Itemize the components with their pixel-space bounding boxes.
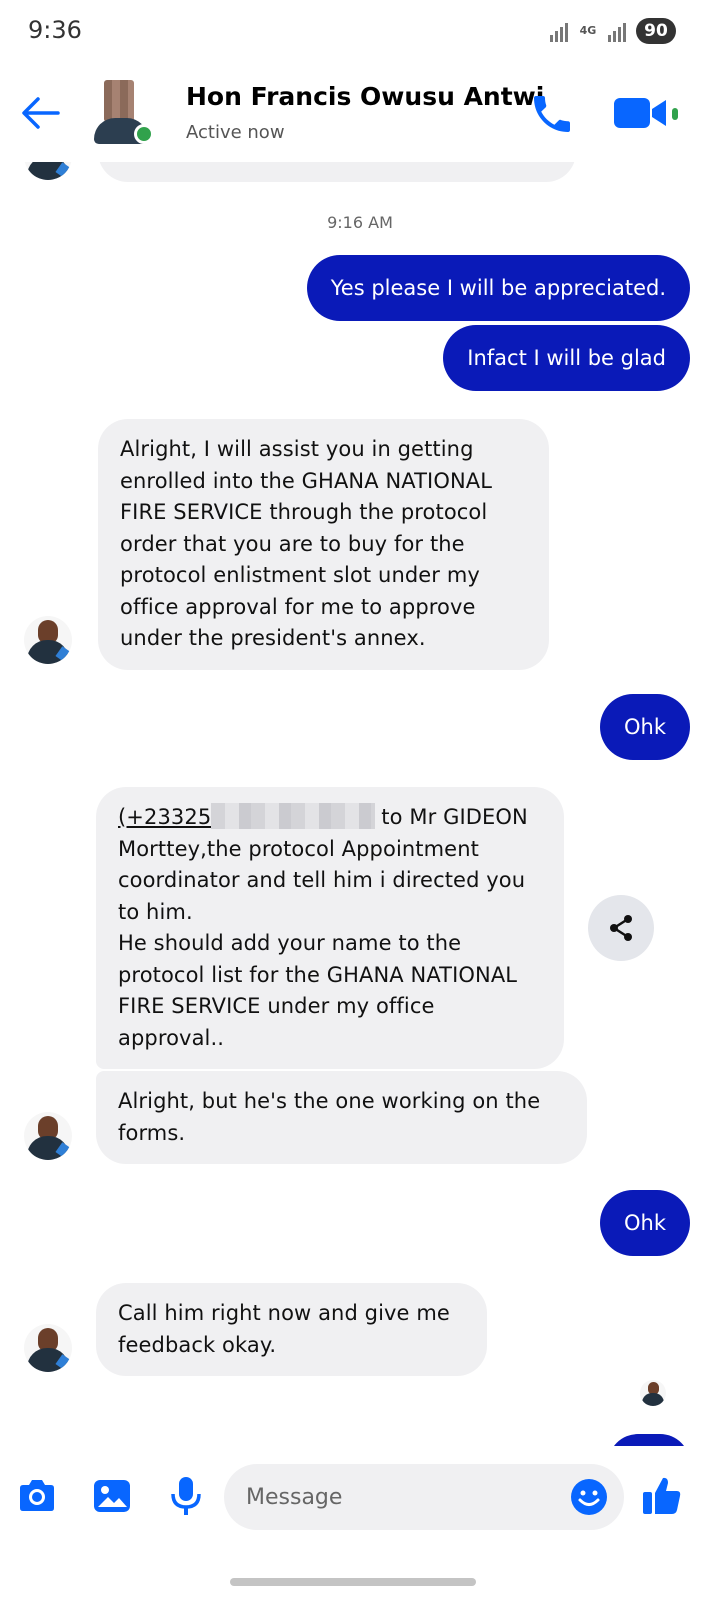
voice-button[interactable]: [168, 1476, 204, 1520]
phone-icon: [534, 96, 570, 132]
emoji-icon: [571, 1479, 607, 1515]
status-indicators: 4G 90: [550, 18, 676, 44]
contact-avatar-small[interactable]: [24, 162, 72, 180]
back-arrow-icon: [22, 97, 60, 129]
contact-avatar[interactable]: [94, 80, 154, 146]
message-bubble-outgoing-partial[interactable]: [608, 1434, 690, 1446]
conversation-header: Hon Francis Owusu Antwi Active now: [0, 62, 720, 162]
share-button[interactable]: [588, 895, 654, 961]
read-receipt-avatar: [640, 1380, 666, 1406]
gallery-button[interactable]: [92, 1476, 132, 1520]
message-input-container[interactable]: [224, 1464, 624, 1530]
contact-avatar-small[interactable]: [24, 616, 72, 664]
contact-name[interactable]: Hon Francis Owusu Antwi: [186, 82, 544, 111]
signal-icon: [550, 20, 568, 42]
message-input[interactable]: [246, 1464, 566, 1530]
home-indicator[interactable]: [230, 1578, 476, 1586]
message-bubble-outgoing[interactable]: Infact I will be glad: [443, 325, 690, 391]
message-bubble-incoming-partial[interactable]: [98, 162, 576, 182]
online-indicator: [134, 124, 154, 144]
message-list[interactable]: 9:16 AM Yes please I will be appreciated…: [0, 162, 720, 1446]
image-icon: [94, 1480, 130, 1512]
composer-toolbar: [0, 1446, 720, 1556]
message-bubble-outgoing[interactable]: Ohk: [600, 1190, 690, 1256]
message-bubble-outgoing[interactable]: Yes please I will be appreciated.: [306, 255, 690, 321]
status-bar: 9:36 4G 90: [0, 0, 720, 62]
microphone-icon: [171, 1477, 201, 1515]
network-type-label: 4G: [579, 24, 597, 37]
status-time: 9:36: [28, 16, 82, 44]
message-bubble-incoming[interactable]: Call him right now and give me feedback …: [96, 1283, 487, 1376]
call-active-indicator: [672, 108, 678, 120]
battery-indicator: 90: [636, 18, 676, 44]
message-bubble-incoming[interactable]: Alright, I will assist you in getting en…: [98, 419, 549, 670]
share-icon: [610, 915, 632, 941]
message-bubble-incoming[interactable]: (+23325 to Mr GIDEON Morttey,the protocol…: [96, 787, 564, 1069]
phone-number-link[interactable]: (+23325: [118, 805, 211, 829]
video-camera-icon: [614, 98, 666, 128]
message-timestamp: 9:16 AM: [327, 213, 393, 232]
message-bubble-incoming[interactable]: Alright, but he's the one working on the…: [96, 1071, 587, 1164]
audio-call-button[interactable]: [528, 90, 576, 138]
redacted-phone-digits: [211, 803, 376, 829]
emoji-button[interactable]: [570, 1478, 608, 1516]
camera-button[interactable]: [16, 1476, 58, 1520]
contact-avatar-small[interactable]: [24, 1112, 72, 1160]
like-button[interactable]: [640, 1474, 684, 1522]
contact-avatar-small[interactable]: [24, 1324, 72, 1372]
camera-icon: [20, 1480, 54, 1511]
back-button[interactable]: [18, 90, 64, 136]
signal-icon-2: [608, 20, 626, 42]
video-call-button[interactable]: [612, 92, 670, 134]
thumbs-up-icon: [643, 1477, 681, 1514]
message-bubble-outgoing[interactable]: Ohk: [600, 694, 690, 760]
contact-status: Active now: [186, 122, 285, 143]
